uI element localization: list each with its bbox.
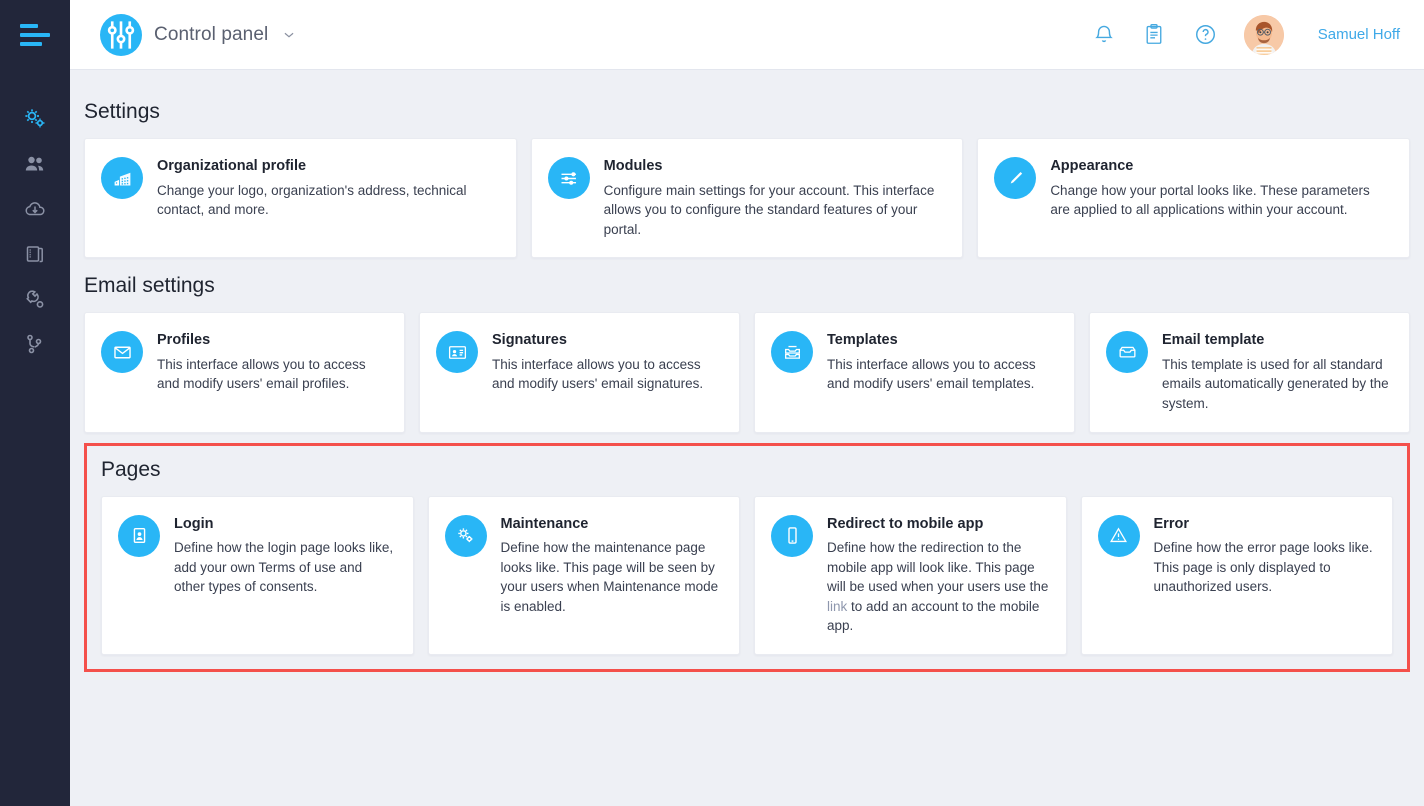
card-description: Define how the error page looks like. Th… xyxy=(1153,540,1373,595)
card-title: Appearance xyxy=(1050,158,1134,174)
card-error[interactable]: Error Define how the error page looks li… xyxy=(1080,495,1393,655)
card-title: Templates xyxy=(827,332,898,349)
card-body: Email template This template is used for… xyxy=(1162,331,1393,413)
card-description: Define how the redirection to the mobile… xyxy=(827,538,1050,636)
gears-icon xyxy=(23,107,47,131)
card-description: Define how the login page looks like, ad… xyxy=(174,540,394,595)
card-body: Profiles This interface allows you to ac… xyxy=(157,331,388,413)
notifications-icon[interactable] xyxy=(1092,23,1116,47)
section-title: Email settings xyxy=(84,274,215,298)
card-title: Signatures xyxy=(492,332,567,349)
card-templates[interactable]: Templates This interface allows you to a… xyxy=(754,312,1075,433)
content-area: Settings Organizational profile Change y… xyxy=(70,70,1424,806)
sliders-icon xyxy=(547,157,590,199)
chevron-down-icon[interactable] xyxy=(282,28,296,42)
id-card-icon xyxy=(118,514,160,557)
pencil-icon xyxy=(994,157,1037,199)
card-grid: Login Define how the login page looks li… xyxy=(101,495,1393,655)
sidebar-item-tools[interactable] xyxy=(0,276,70,321)
topbar-actions: Samuel Hoff xyxy=(1092,14,1400,55)
section-settings: Settings Organizational profile Change y… xyxy=(84,88,1410,259)
main-area: Control panel Samuel Hoff Settings Organ… xyxy=(70,0,1424,806)
card-body: Maintenance Define how the maintenance p… xyxy=(501,515,724,636)
warning-triangle-icon xyxy=(1097,514,1140,557)
card-profiles[interactable]: Profiles This interface allows you to ac… xyxy=(84,312,405,433)
people-icon xyxy=(23,152,47,176)
card-title: Login xyxy=(174,515,214,532)
card-description: This interface allows you to access and … xyxy=(492,356,704,392)
notebook-icon xyxy=(23,242,47,266)
page-title: Control panel xyxy=(154,23,269,45)
card-body: Modules Configure main settings for your… xyxy=(604,157,947,239)
card-title: Email template xyxy=(1162,332,1265,349)
sidebar-item-documents[interactable] xyxy=(0,231,70,276)
card-description: Define how the maintenance page looks li… xyxy=(500,540,719,614)
left-sidebar xyxy=(0,0,70,806)
card-description: This template is used for all standard e… xyxy=(1162,356,1389,411)
card-title: Maintenance xyxy=(500,515,589,532)
card-appearance[interactable]: Appearance Change how your portal looks … xyxy=(977,138,1410,259)
card-email-template[interactable]: Email template This template is used for… xyxy=(1089,312,1410,433)
card-description: Change your logo, organization's address… xyxy=(157,182,467,218)
desc-part: Define how the redirection to the mobile… xyxy=(827,540,1049,595)
mobile-app-link[interactable]: link xyxy=(827,599,847,614)
envelope-icon xyxy=(101,331,143,374)
control-panel-menu[interactable]: Control panel xyxy=(100,13,296,56)
card-body: Signatures This interface allows you to … xyxy=(492,331,723,413)
card-login[interactable]: Login Define how the login page looks li… xyxy=(101,495,414,655)
tasks-icon[interactable] xyxy=(1142,22,1167,47)
card-description: This interface allows you to access and … xyxy=(157,356,366,392)
card-body: Error Define how the error page looks li… xyxy=(1154,515,1377,636)
app-root: Control panel Samuel Hoff Settings Organ… xyxy=(0,0,1424,806)
sidebar-item-settings[interactable] xyxy=(0,96,70,141)
menu-toggle-button[interactable] xyxy=(0,0,70,70)
card-grid: Organizational profile Change your logo,… xyxy=(84,138,1410,259)
card-modules[interactable]: Modules Configure main settings for your… xyxy=(530,138,964,259)
card-grid: Profiles This interface allows you to ac… xyxy=(84,312,1410,433)
card-description: Change how your portal looks like. These… xyxy=(1050,182,1370,218)
section-title: Settings xyxy=(84,100,160,123)
sidebar-nav xyxy=(0,96,70,366)
sidebar-item-downloads[interactable] xyxy=(0,186,70,231)
building-icon xyxy=(101,157,143,199)
wrench-icon xyxy=(23,287,47,311)
gears-icon xyxy=(444,514,487,557)
card-body: Appearance Change how your portal looks … xyxy=(1050,157,1393,239)
card-signatures[interactable]: Signatures This interface allows you to … xyxy=(419,312,740,433)
card-description: Configure main settings for your account… xyxy=(603,182,935,237)
card-maintenance[interactable]: Maintenance Define how the maintenance p… xyxy=(427,495,740,655)
sidebar-item-users[interactable] xyxy=(0,141,70,186)
inbox-icon xyxy=(1106,331,1148,374)
user-name[interactable]: Samuel Hoff xyxy=(1318,26,1400,43)
sliders-icon xyxy=(100,13,142,56)
help-icon[interactable] xyxy=(1193,22,1218,47)
card-description: This interface allows you to access and … xyxy=(827,356,1036,392)
section-title: Pages xyxy=(101,457,161,481)
mobile-phone-icon xyxy=(771,514,813,557)
card-body: Organizational profile Change your logo,… xyxy=(157,157,500,239)
card-body: Login Define how the login page looks li… xyxy=(174,515,397,636)
card-title: Error xyxy=(1153,515,1189,532)
card-title: Redirect to mobile app xyxy=(827,515,984,532)
card-title: Organizational profile xyxy=(157,158,307,174)
avatar[interactable] xyxy=(1243,14,1284,55)
sidebar-item-workflows[interactable] xyxy=(0,321,70,366)
desc-part: to add an account to the mobile app. xyxy=(827,598,1040,634)
card-body: Templates This interface allows you to a… xyxy=(827,331,1058,413)
git-branch-icon xyxy=(23,332,47,356)
section-pages: Pages Login Define how the login page lo… xyxy=(84,442,1410,672)
card-organizational-profile[interactable]: Organizational profile Change your logo,… xyxy=(84,138,517,259)
card-redirect-to-mobile-app[interactable]: Redirect to mobile app Define how the re… xyxy=(754,495,1067,655)
inbox-stack-icon xyxy=(771,331,813,374)
top-bar: Control panel Samuel Hoff xyxy=(70,0,1424,70)
contact-card-icon xyxy=(436,331,478,374)
cloud-download-icon xyxy=(23,197,47,221)
section-email-settings: Email settings Profiles This interface a… xyxy=(84,262,1410,433)
hamburger-menu-icon xyxy=(20,24,50,46)
card-title: Profiles xyxy=(157,332,211,349)
card-body: Redirect to mobile app Define how the re… xyxy=(827,515,1050,636)
card-title: Modules xyxy=(603,158,663,174)
